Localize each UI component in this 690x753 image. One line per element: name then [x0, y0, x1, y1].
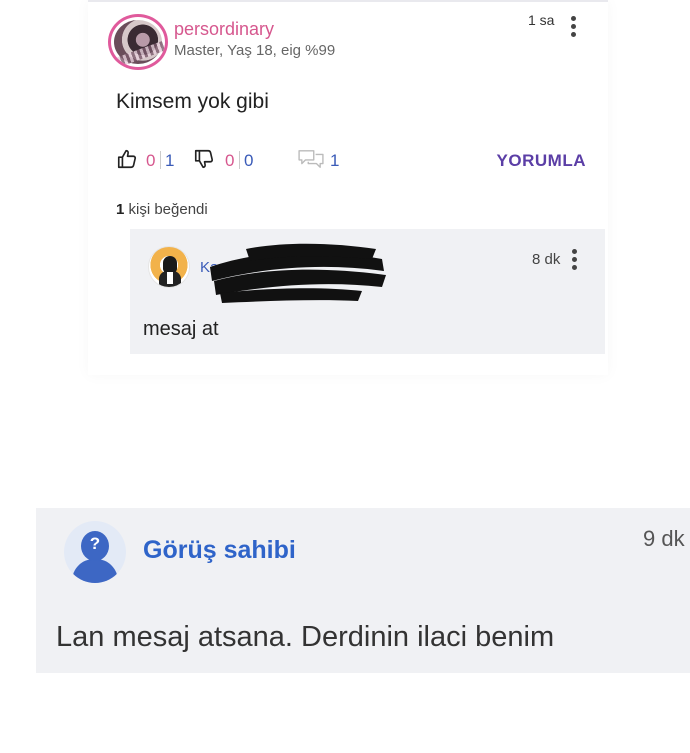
- reply-text: mesaj at: [143, 318, 219, 340]
- avatar-question-mark: ?: [89, 534, 101, 553]
- opinion-card: ? Görüş sahibi 9 dk Lan mesaj atsana. De…: [36, 508, 690, 673]
- anonymous-avatar-icon: ?: [64, 521, 126, 583]
- reply-more-icon[interactable]: [572, 249, 578, 273]
- opinion-author[interactable]: Görüş sahibi: [143, 536, 296, 565]
- post-card: persordinary Master, Yaş 18, eig %99 1 s…: [88, 0, 608, 375]
- comment-count: 1: [330, 151, 340, 170]
- thumbs-down-icon[interactable]: [193, 148, 215, 170]
- redaction-scribble: [210, 243, 386, 303]
- reply-avatar[interactable]: [148, 246, 190, 288]
- reply-card: Ka 8 dk mesaj at: [130, 229, 605, 354]
- thumbs-up-icon[interactable]: [116, 148, 138, 170]
- post-time: 1 sa: [528, 12, 555, 28]
- post-more-icon[interactable]: [571, 16, 577, 40]
- post-user-meta: Master, Yaş 18, eig %99: [174, 42, 336, 59]
- count-divider: [239, 151, 240, 169]
- likes-summary[interactable]: 1 kişi beğendi: [116, 201, 208, 218]
- comment-button[interactable]: YORUMLA: [497, 151, 586, 171]
- likes-suffix: kişi beğendi: [124, 201, 208, 218]
- post-actions: 0 1 0 0 1 YORUMLA: [116, 148, 586, 174]
- reply-time: 8 dk: [532, 251, 561, 268]
- post-text: Kimsem yok gibi: [116, 90, 269, 113]
- count-divider: [160, 151, 161, 169]
- opinion-text: Lan mesaj atsana. Derdinin ilaci benim: [56, 621, 555, 653]
- dislike-count-a: 0: [225, 151, 235, 170]
- opinion-time: 9 dk: [643, 526, 685, 551]
- post-username[interactable]: persordinary: [174, 19, 274, 40]
- like-count-b: 1: [165, 151, 175, 170]
- like-count-a: 0: [146, 151, 156, 170]
- comments-icon[interactable]: [297, 148, 325, 170]
- page: persordinary Master, Yaş 18, eig %99 1 s…: [0, 0, 690, 753]
- dislike-count-b: 0: [244, 151, 254, 170]
- user-avatar[interactable]: [108, 14, 168, 70]
